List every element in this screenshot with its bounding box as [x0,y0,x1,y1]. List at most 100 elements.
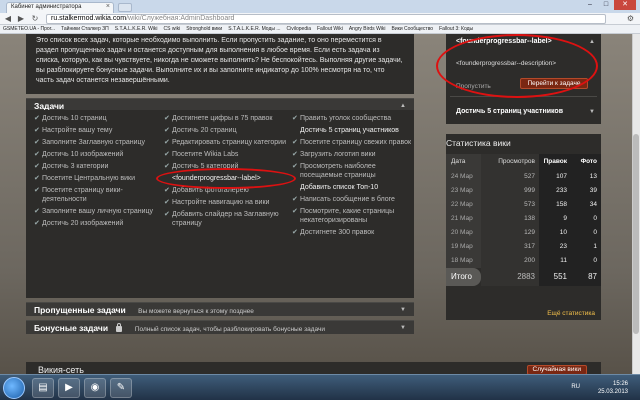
new-tab-button[interactable] [118,3,132,12]
task-item[interactable]: ✔ Настройте вашу тему [34,126,158,135]
stats-cell: 19 Мар [446,240,481,254]
explorer-icon[interactable]: ▤ [32,378,54,398]
bookmark-item[interactable]: GSMETEO.UA - Прог... [3,25,55,33]
stats-cell: 13 [572,170,601,184]
task-item[interactable]: ✔ Достичь 10 изображений [34,150,158,159]
stats-cell: 107 [539,170,572,184]
task-item[interactable]: ✔ Посетите Центральную вики [34,174,158,183]
collapse-arrow-icon[interactable]: ▲ [589,39,595,45]
clock-time: 15:26 [612,381,628,387]
bookmark-item[interactable]: Civilopedia [287,25,311,33]
random-wiki-button[interactable]: Случайная вики [526,365,587,374]
more-stats-link[interactable]: Ещё статистика [547,310,595,317]
stats-table: Дата Просмотров Правок Фото 24 Мар 527 107 13 23… [446,154,601,286]
task-item[interactable]: ✔ Посетите страницу вики-деятельности [34,186,158,204]
task-label: Заполните Заглавную страницу [42,139,146,146]
founder-progress-card: <founderprogressbar--label> ▲ <founderpr… [446,34,601,124]
task-item[interactable]: ✔ Достигнете цифры в 75 правок [164,114,288,123]
stats-cell: Дата [446,154,481,170]
bonus-tasks-header[interactable]: Бонусные задачи Полный список задач, что… [26,320,414,334]
back-icon[interactable]: ◀ [3,14,13,24]
stats-cell: 573 [481,198,539,212]
checkmark-icon: ✔ [164,151,170,158]
bookmark-item[interactable]: Fallout 3: Коды [439,25,473,33]
maximize-icon[interactable]: □ [598,0,614,10]
start-button[interactable] [3,377,25,399]
stats-cell: 0 [572,212,601,226]
task-item[interactable]: ✔ Посетите Wikia Labs [164,150,288,159]
task-item[interactable]: ✔ Достичь 5 категорий [164,162,288,171]
minimize-icon[interactable]: – [582,0,598,10]
task-item[interactable]: ✔<founderprogressbar--label> [164,174,288,183]
stats-cell: 18 Мар [446,254,481,268]
task-item[interactable]: ✔ Написать сообщение в блоге [292,195,416,204]
task-label: Достичь 5 категорий [172,163,239,170]
stats-row: 20 Мар 129 10 0 [446,226,601,240]
close-tab-icon[interactable]: × [106,3,110,10]
checkmark-icon: ✔ [164,187,170,194]
page: Это список всех задач, которые необходим… [0,34,640,374]
task-label: Добавить слайдер на Заглавную страницу [172,211,279,227]
task-item[interactable]: ✔Добавить список Топ-10 [292,183,416,192]
task-item[interactable]: ✔ Загрузить логотип вики [292,150,416,159]
bookmark-item[interactable]: S.T.A.L.K.E.R. Моды ... [228,25,280,33]
task-label: Написать сообщение в блоге [300,196,395,203]
bookmark-item[interactable]: S.T.A.L.K.E.R. Wiki [115,25,158,33]
checkmark-icon: ✔ [34,127,40,134]
task-label: Загрузить логотип вики [300,151,376,158]
stats-row: 21 Мар 138 9 0 [446,212,601,226]
chrome-icon[interactable]: ◉ [84,378,106,398]
stats-cell: 317 [481,240,539,254]
clock[interactable]: 15:26 25.03.2013 [598,380,628,396]
task-item[interactable]: ✔ Заполните вашу личную страницу [34,207,158,216]
task-item[interactable]: ✔ Достичь 10 страниц [34,114,158,123]
bookmark-item[interactable]: Вики Сообщество [392,25,434,33]
language-indicator[interactable]: RU [571,384,580,390]
task-item[interactable]: ✔ Посмотрите, какие страницы некатегоризи… [292,207,416,225]
stats-header-row: Дата Просмотров Правок Фото [446,154,601,170]
task-item[interactable]: ✔Достичь 5 страниц участников [292,126,416,135]
task-item[interactable]: ✔ Просмотреть наиболее посещаемые страниц… [292,162,416,180]
divider [450,96,597,97]
tasks-column-3: ✔Править уголок сообщества ✔Достичь 5 стр… [292,114,416,240]
forward-icon[interactable]: ▶ [16,14,26,24]
close-window-icon[interactable]: ✕ [614,0,636,10]
media-player-icon[interactable]: ▶ [58,378,80,398]
scrollbar[interactable] [632,34,640,374]
browser-tab[interactable]: Кабинет администратора × [6,2,114,13]
paint-icon[interactable]: ✎ [110,378,132,398]
task-item[interactable]: ✔ Достичь 20 изображений [34,219,158,228]
next-task-label[interactable]: Достичь 5 страниц участников [456,108,563,115]
task-item[interactable]: ✔ Достичь 3 категории [34,162,158,171]
task-label: Настройте навигацию на вики [172,199,270,206]
expand-arrow-icon[interactable]: ▼ [589,109,595,115]
stats-cell: 551 [539,268,572,286]
wrench-icon[interactable]: ⚙ [627,14,634,23]
bookmark-item[interactable]: Тайники Сталкер ЗП [61,25,109,33]
scroll-thumb[interactable] [633,134,639,334]
task-item[interactable]: ✔ Добавить слайдер на Заглавную страницу [164,210,288,228]
go-to-task-button[interactable]: Перейти к задаче [520,78,588,89]
reload-icon[interactable]: ↻ [30,14,40,24]
task-label: <founderprogressbar--label> [172,175,261,182]
stats-cell: 34 [572,198,601,212]
expand-arrow-icon[interactable]: ▼ [400,321,406,335]
expand-arrow-icon[interactable]: ▼ [400,303,406,317]
task-item[interactable]: ✔ Редактировать страницу категории [164,138,288,147]
skip-button[interactable]: Пропустить [456,83,491,90]
task-item[interactable]: ✔ Настройте навигацию на вики [164,198,288,207]
task-item[interactable]: ✔ Заполните Заглавную страницу [34,138,158,147]
bookmark-item[interactable]: Fallout Wiki [317,25,343,33]
bookmark-item[interactable]: CS wiki [164,25,181,33]
task-item[interactable]: ✔ Посетите страницу свежих правок [292,138,416,147]
skipped-tasks-header[interactable]: Пропущенные задачи Вы можете вернуться к… [26,302,414,316]
bookmark-item[interactable]: Angry Birds Wiki [349,25,386,33]
task-item[interactable]: ✔ Достичь 20 страниц [164,126,288,135]
task-item[interactable]: ✔ Достигнете 300 правок [292,228,416,237]
url-input[interactable]: ru.stalkermod.wikia.com/wiki/Служебная:A… [46,14,606,24]
task-item[interactable]: ✔ Править уголок сообщества [292,114,416,123]
checkmark-icon: ✔ [292,163,298,170]
checkmark-icon: ✔ [34,139,40,146]
bookmark-item[interactable]: Stronghold вики [186,25,222,33]
task-item[interactable]: ✔ Добавить фотогалерею [164,186,288,195]
